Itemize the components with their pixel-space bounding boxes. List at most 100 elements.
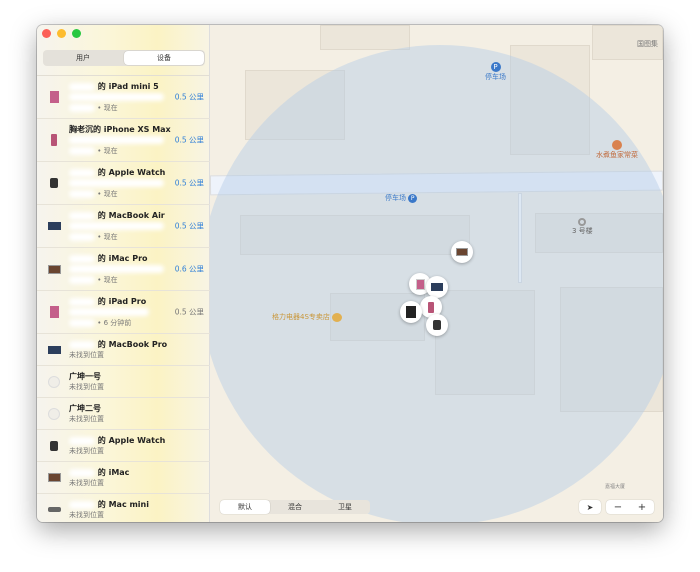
device-status: • 现在 <box>69 146 206 157</box>
device-list-item[interactable]: 广坤一号 未找到位置 <box>37 366 210 398</box>
device-name: 的 Apple Watch <box>69 167 206 178</box>
macbook-icon <box>46 342 62 358</box>
device-status: 未找到位置 <box>69 415 104 423</box>
device-list-item[interactable]: 的 iMac Pro • 现在 0.6 公里 <box>37 248 210 291</box>
imac-pin[interactable] <box>451 241 473 263</box>
device-list-item[interactable]: 的 MacBook Pro 未找到位置 <box>37 334 210 366</box>
device-name: 的 iPad mini 5 <box>69 81 206 92</box>
iphone-icon <box>46 132 62 148</box>
device-distance: 0.6 公里 <box>174 264 204 274</box>
device-status: 未找到位置 <box>69 447 104 455</box>
device-name: 的 MacBook Air <box>69 210 206 221</box>
device-status: • 现在 <box>69 189 206 200</box>
device-name: 的 MacBook Pro <box>69 339 206 350</box>
building-label-text: 3 号楼 <box>572 227 593 235</box>
device-distance: 0.5 公里 <box>174 178 204 188</box>
building-label[interactable]: 3 号楼 <box>572 218 593 236</box>
tab-devices[interactable]: 设备 <box>124 51 204 65</box>
ipad-icon <box>406 306 416 318</box>
device-list-item[interactable]: 的 Apple Watch 未找到位置 <box>37 430 210 462</box>
device-name: 的 Mac mini <box>69 499 206 510</box>
find-my-window: 用户 设备 的 iPad mini 5 • 现在 0.5 公里 胸老沉的 iPh… <box>37 25 663 522</box>
store-icon <box>332 312 343 322</box>
ipad-pro-pin[interactable] <box>400 301 422 323</box>
mode-satellite[interactable]: 卫星 <box>320 500 370 514</box>
ipad-icon <box>46 304 62 320</box>
device-status: 未找到位置 <box>69 383 104 391</box>
device-status: • 现在 <box>69 275 206 286</box>
device-name: 的 Apple Watch <box>69 435 206 446</box>
device-distance: 0.5 公里 <box>174 307 204 317</box>
device-list[interactable]: 的 iPad mini 5 • 现在 0.5 公里 胸老沉的 iPhone XS… <box>37 75 210 522</box>
people-devices-toggle: 用户 设备 <box>43 50 205 66</box>
parking-icon: P <box>408 194 418 203</box>
device-status: 未找到位置 <box>69 511 104 519</box>
close-button[interactable] <box>42 29 51 38</box>
device-name: 广坤一号 <box>69 372 101 381</box>
device-list-item[interactable]: 胸老沉的 iPhone XS Max • 现在 0.5 公里 <box>37 119 210 162</box>
poi-icon <box>578 218 587 226</box>
parking-label[interactable]: P 停车场 <box>485 62 506 82</box>
device-list-item[interactable]: 的 MacBook Air • 现在 0.5 公里 <box>37 205 210 248</box>
store-label[interactable]: 格力电器4S专卖店 <box>272 312 343 322</box>
macbook-icon <box>46 218 62 234</box>
mode-default[interactable]: 默认 <box>220 500 270 514</box>
store-label-text: 格力电器4S专卖店 <box>272 313 330 321</box>
restaurant-label-text: 水煮鱼家常菜 <box>596 151 638 159</box>
watch-icon <box>433 320 441 330</box>
ipad-icon <box>415 278 425 290</box>
device-name: 的 iMac Pro <box>69 253 206 264</box>
poi-label[interactable]: 嘉福大厦 <box>605 483 625 490</box>
zoom-out-button[interactable]: − <box>606 502 630 513</box>
current-location-button[interactable]: ➤ <box>579 500 601 514</box>
parking-label-2[interactable]: 停车场 P <box>385 193 418 203</box>
device-name: 广坤二号 <box>69 404 101 413</box>
watch-icon <box>46 175 62 191</box>
tab-people[interactable]: 用户 <box>43 50 123 66</box>
device-status: • 现在 <box>69 103 206 114</box>
device-status: • 6 分钟前 <box>69 318 206 329</box>
parking-label-text: 停车场 <box>485 73 506 81</box>
map-block <box>320 25 410 50</box>
device-list-item[interactable]: 的 Apple Watch • 现在 0.5 公里 <box>37 162 210 205</box>
zoom-in-button[interactable]: + <box>630 502 654 513</box>
window-controls <box>42 29 81 38</box>
poi-label[interactable]: 国图集 <box>637 39 658 49</box>
device-name: 的 iMac <box>69 467 206 478</box>
device-status: 未找到位置 <box>69 351 104 359</box>
device-name: 的 iPad Pro <box>69 296 206 307</box>
device-distance: 0.5 公里 <box>174 92 204 102</box>
watch-pin[interactable] <box>426 314 448 336</box>
sidebar: 用户 设备 的 iPad mini 5 • 现在 0.5 公里 胸老沉的 iPh… <box>37 25 210 522</box>
airpods-icon <box>46 406 62 422</box>
device-list-item[interactable]: 的 iPad Pro • 6 分钟前 0.5 公里 <box>37 291 210 334</box>
map-mode-selector: 默认 混合 卫星 <box>220 500 370 514</box>
device-name: 胸老沉的 iPhone XS Max <box>69 125 171 134</box>
zoom-controls: − + <box>606 500 654 514</box>
location-arrow-icon: ➤ <box>586 502 594 512</box>
restaurant-label[interactable]: 水煮鱼家常菜 <box>596 140 638 160</box>
map-view[interactable]: P 停车场 停车场 P 水煮鱼家常菜 3 号楼 国图集 嘉福大厦 格力电器4S专卖… <box>210 25 663 522</box>
imac-icon <box>456 248 468 256</box>
zoom-button[interactable] <box>72 29 81 38</box>
macbook-icon <box>431 283 443 291</box>
mode-hybrid[interactable]: 混合 <box>270 500 320 514</box>
imac-icon <box>46 470 62 486</box>
watch-icon <box>46 438 62 454</box>
minimize-button[interactable] <box>57 29 66 38</box>
airpods-icon <box>46 374 62 390</box>
device-status: • 现在 <box>69 232 206 243</box>
imac-icon <box>46 261 62 277</box>
device-distance: 0.5 公里 <box>174 135 204 145</box>
device-list-item[interactable]: 的 iPad mini 5 • 现在 0.5 公里 <box>37 76 210 119</box>
ipad-icon <box>46 89 62 105</box>
device-distance: 0.5 公里 <box>174 221 204 231</box>
device-list-item[interactable]: 的 Mac mini 未找到位置 <box>37 494 210 522</box>
mac-mini-icon <box>46 502 62 518</box>
parking-icon: P <box>490 62 501 72</box>
device-list-item[interactable]: 的 iMac 未找到位置 <box>37 462 210 494</box>
device-list-item[interactable]: 广坤二号 未找到位置 <box>37 398 210 430</box>
parking-label-text: 停车场 <box>385 194 406 202</box>
device-status: 未找到位置 <box>69 479 104 487</box>
macbook-pin[interactable] <box>426 276 448 298</box>
